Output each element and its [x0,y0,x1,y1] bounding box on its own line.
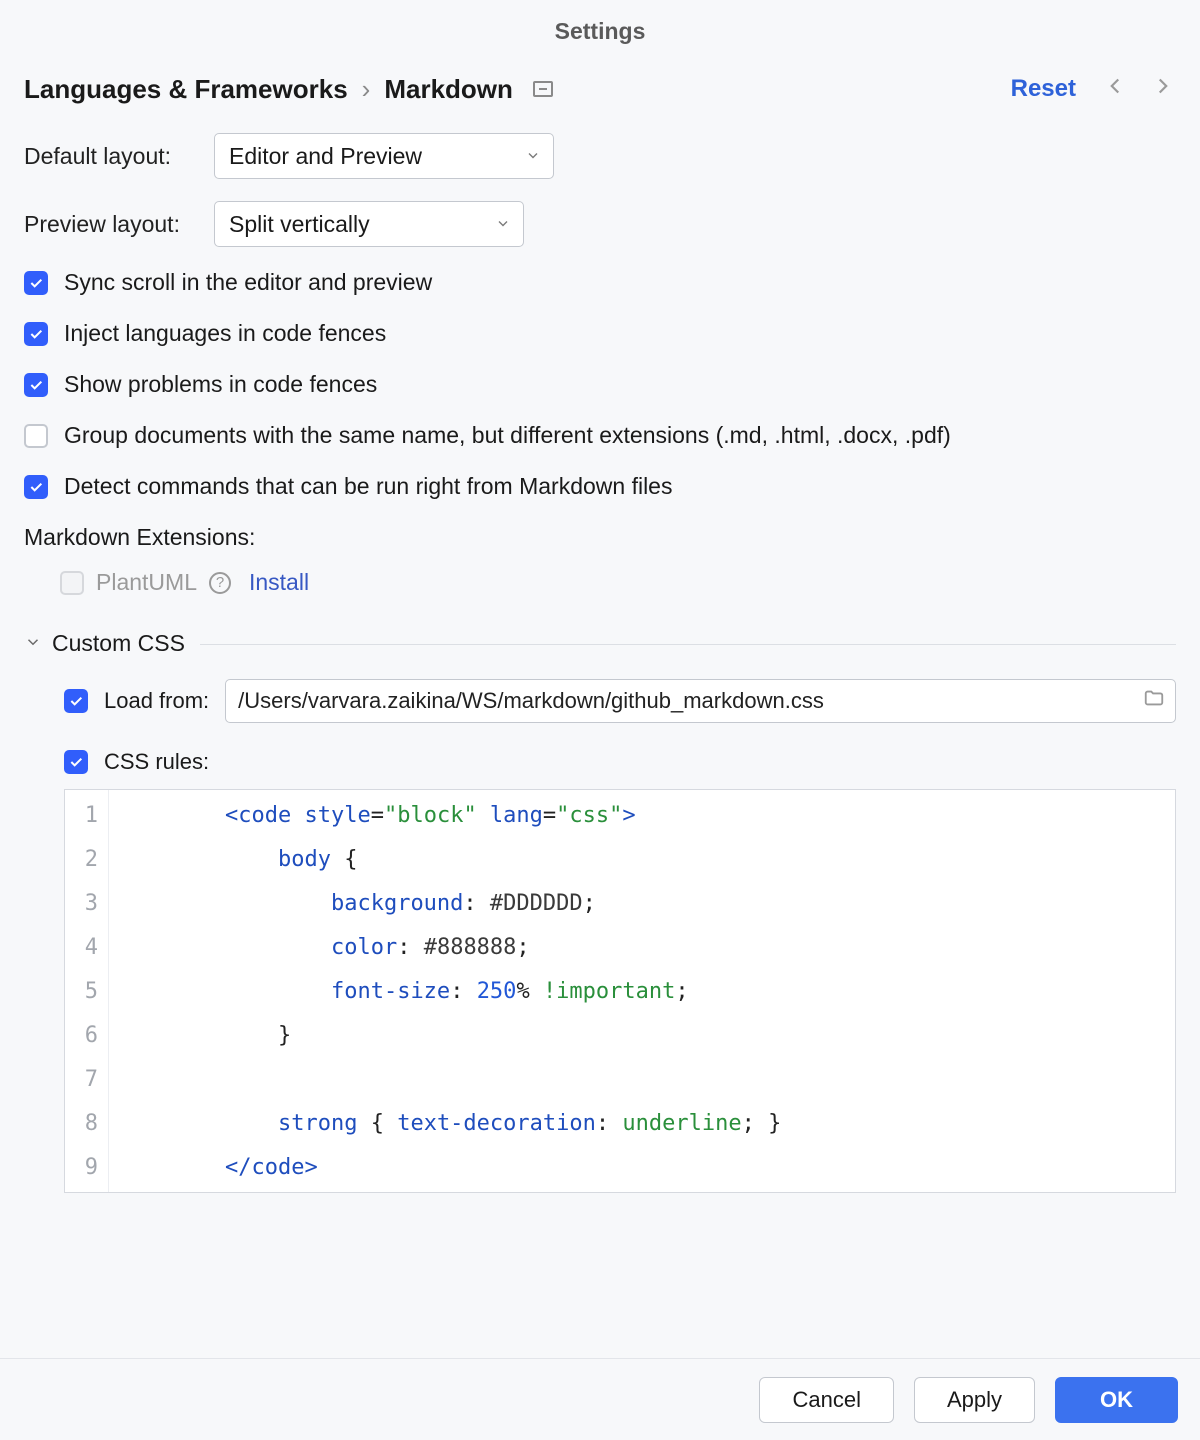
ok-button[interactable]: OK [1055,1377,1178,1423]
breadcrumb-page: Markdown [384,74,513,105]
load-from-label: Load from: [104,688,209,714]
extensions-label: Markdown Extensions: [24,524,1176,551]
chevron-down-icon [495,211,511,238]
preview-layout-select[interactable]: Split vertically [214,201,524,247]
nav-back-icon[interactable] [1102,73,1128,105]
group-documents-checkbox[interactable] [24,424,48,448]
folder-icon[interactable] [1143,687,1165,715]
show-problems-checkbox[interactable] [24,373,48,397]
show-problems-label: Show problems in code fences [64,371,377,398]
nav-forward-icon[interactable] [1150,73,1176,105]
preview-layout-value: Split vertically [229,211,370,238]
cancel-button[interactable]: Cancel [759,1377,893,1423]
custom-css-section-toggle[interactable]: Custom CSS [24,630,1176,657]
editor-gutter: 123 456 789 [65,790,109,1192]
sync-scroll-checkbox[interactable] [24,271,48,295]
load-from-value: /Users/varvara.zaikina/WS/markdown/githu… [238,688,824,714]
inject-languages-checkbox[interactable] [24,322,48,346]
detect-commands-checkbox[interactable] [24,475,48,499]
default-layout-value: Editor and Preview [229,143,422,170]
css-rules-label: CSS rules: [104,749,209,775]
breadcrumb-separator: › [362,74,371,105]
reset-link[interactable]: Reset [1011,75,1076,103]
sync-scroll-label: Sync scroll in the editor and preview [64,269,432,296]
preview-layout-label: Preview layout: [24,211,214,238]
help-icon[interactable]: ? [209,572,231,594]
plantuml-install-link[interactable]: Install [249,569,309,596]
breadcrumb-group[interactable]: Languages & Frameworks [24,74,348,105]
editor-code[interactable]: <code style="block" lang="css"> body { b… [109,790,781,1192]
plantuml-checkbox [60,571,84,595]
detect-commands-label: Detect commands that can be run right fr… [64,473,672,500]
chevron-down-icon [24,630,42,657]
chevron-down-icon [525,143,541,170]
apply-button[interactable]: Apply [914,1377,1035,1423]
inject-languages-label: Inject languages in code fences [64,320,386,347]
breadcrumb: Languages & Frameworks › Markdown [24,74,1011,105]
window-title: Settings [0,0,1200,55]
default-layout-select[interactable]: Editor and Preview [214,133,554,179]
group-documents-label: Group documents with the same name, but … [64,422,951,449]
default-layout-label: Default layout: [24,143,214,170]
load-from-checkbox[interactable] [64,689,88,713]
custom-css-title: Custom CSS [52,630,185,657]
load-from-input[interactable]: /Users/varvara.zaikina/WS/markdown/githu… [225,679,1176,723]
css-rules-editor[interactable]: 123 456 789 <code style="block" lang="cs… [64,789,1176,1193]
preview-split-icon [533,81,553,97]
css-rules-checkbox[interactable] [64,750,88,774]
plantuml-label: PlantUML [96,569,197,596]
